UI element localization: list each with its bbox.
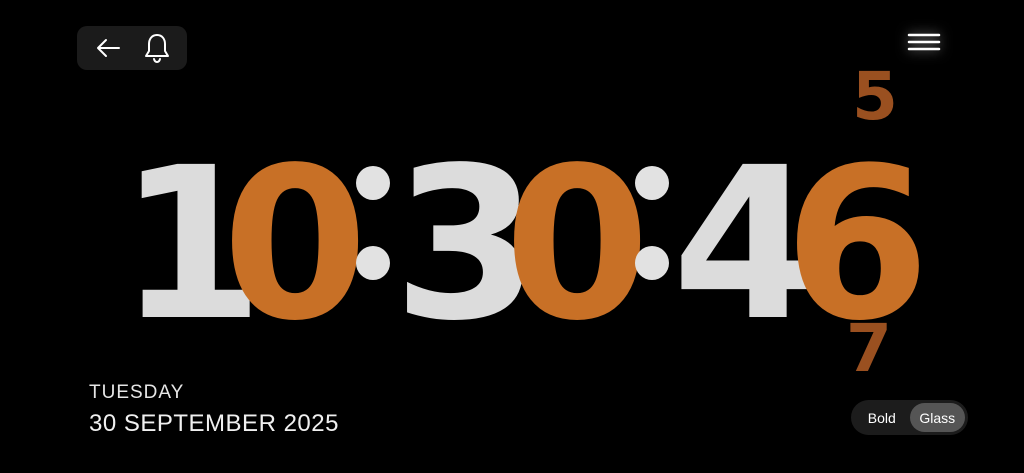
minute-ones-digit: 0 — [504, 122, 650, 367]
style-option-glass[interactable]: Glass — [909, 403, 965, 432]
minute-second-separator-bottom — [635, 246, 669, 280]
bell-icon — [144, 34, 169, 64]
hour-minute-separator-top — [356, 166, 390, 200]
full-date-label: 30 SEPTEMBER 2025 — [89, 410, 339, 437]
hour-tens-digit: 1 — [118, 122, 264, 367]
arrow-left-icon — [96, 39, 120, 57]
style-toggle: Bold Glass — [851, 400, 968, 435]
hour-minute-separator-bottom — [356, 246, 390, 280]
second-ones-digit: 6 — [784, 122, 930, 367]
hour-ones-digit: 0 — [222, 122, 368, 367]
menu-button[interactable] — [900, 26, 948, 58]
top-left-controls — [77, 26, 187, 70]
minute-tens-digit: 3 — [393, 122, 539, 367]
style-option-bold[interactable]: Bold — [854, 403, 910, 432]
weekday-label: TUESDAY — [89, 382, 185, 403]
previous-second-digit: 5 — [852, 58, 898, 135]
alarm-button[interactable] — [137, 28, 177, 68]
second-tens-digit: 4 — [672, 122, 818, 367]
date-block: TUESDAY 30 SEPTEMBER 2025 — [89, 382, 339, 438]
next-second-digit: 7 — [846, 310, 892, 387]
back-button[interactable] — [88, 28, 128, 68]
hamburger-menu-icon — [907, 33, 941, 51]
minute-second-separator-top — [635, 166, 669, 200]
